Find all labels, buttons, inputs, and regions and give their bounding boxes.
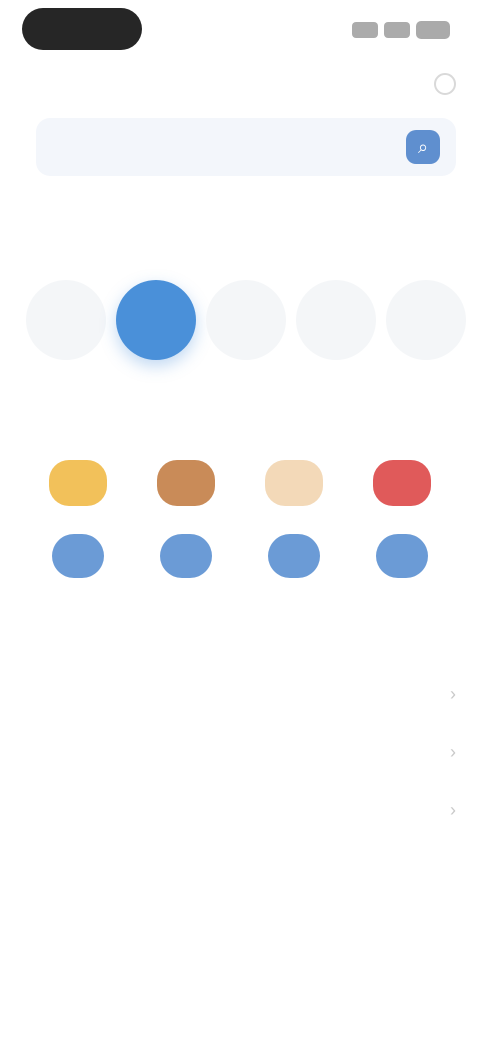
search-input[interactable] xyxy=(52,138,406,156)
prize-image xyxy=(373,460,431,506)
category-item[interactable] xyxy=(206,280,286,360)
chevron-right-icon: › xyxy=(450,741,456,762)
prize-card[interactable] xyxy=(26,460,130,600)
category-item[interactable] xyxy=(26,280,106,360)
prize-image xyxy=(157,460,215,506)
category-item-active[interactable] xyxy=(116,280,196,360)
prize-card[interactable] xyxy=(242,460,346,600)
screen-header xyxy=(24,66,456,102)
signal-icon xyxy=(352,22,378,38)
status-time xyxy=(22,8,142,50)
prize-image xyxy=(265,460,323,506)
promotions-list: › › › xyxy=(24,665,456,839)
status-icons xyxy=(352,18,450,42)
category-item[interactable] xyxy=(296,280,376,360)
category-row xyxy=(26,270,466,370)
search-button[interactable]: ⌕ xyxy=(406,130,440,164)
prize-card[interactable] xyxy=(134,460,238,600)
search-box[interactable]: ⌕ xyxy=(36,118,456,176)
status-bar xyxy=(0,0,480,64)
prize-grid xyxy=(26,460,454,600)
chevron-right-icon: › xyxy=(450,683,456,704)
prize-image xyxy=(49,460,107,506)
wifi-icon xyxy=(384,22,410,38)
info-icon[interactable] xyxy=(434,73,456,95)
prize-button[interactable] xyxy=(160,534,212,578)
promo-item[interactable]: › xyxy=(24,781,456,839)
promo-item[interactable]: › xyxy=(24,665,456,723)
search-icon: ⌕ xyxy=(417,136,429,157)
promo-item[interactable]: › xyxy=(24,723,456,781)
battery-icon xyxy=(416,21,450,39)
category-item[interactable] xyxy=(386,280,466,360)
prize-button[interactable] xyxy=(376,534,428,578)
prize-card[interactable] xyxy=(350,460,454,600)
prize-button[interactable] xyxy=(52,534,104,578)
prize-button[interactable] xyxy=(268,534,320,578)
chevron-right-icon: › xyxy=(450,799,456,820)
